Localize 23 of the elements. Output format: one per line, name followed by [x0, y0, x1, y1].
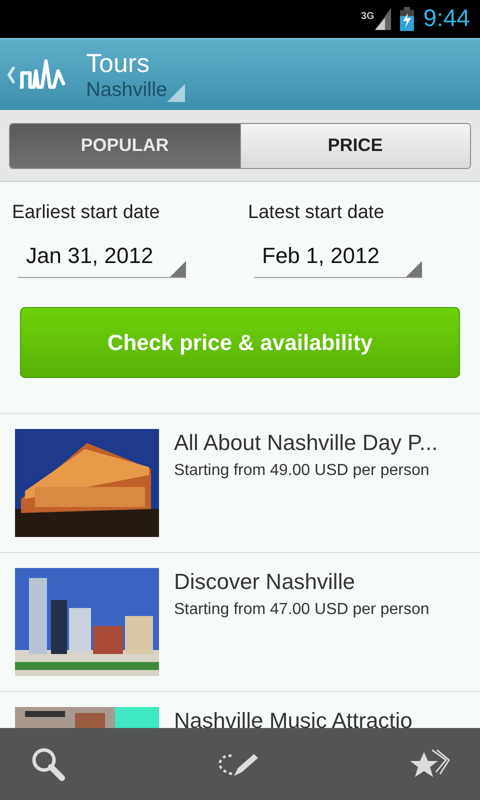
dropdown-corner-icon: [406, 261, 422, 277]
tour-title[interactable]: Nashville Music Attractio: [174, 707, 412, 728]
tour-price: Starting from 49.00 USD per person: [174, 461, 430, 481]
star-icon[interactable]: [410, 748, 450, 780]
field-label: Latest start date: [248, 202, 386, 224]
tour-title[interactable]: All About Nashville Day P...: [174, 429, 438, 457]
sort-tab[interactable]: PRICE: [240, 124, 470, 168]
date-picker[interactable]: Feb 1, 2012: [254, 234, 422, 278]
sort-tab[interactable]: POPULAR: [10, 124, 240, 168]
field-label: Earliest start date: [12, 202, 161, 224]
signal-icon: [375, 8, 392, 30]
back-chevron-icon: [6, 64, 16, 84]
date-picker[interactable]: Jan 31, 2012: [18, 234, 186, 278]
tour-price: Starting from 47.00 USD per person: [174, 600, 430, 620]
search-icon[interactable]: [30, 746, 66, 782]
battery-icon: [399, 7, 416, 31]
dropdown-corner-icon: [167, 84, 186, 102]
screen-title: Tours: [86, 48, 151, 78]
tour-title[interactable]: Discover Nashville: [174, 568, 430, 596]
network-label: 3G: [360, 12, 374, 22]
skyline-logo: [18, 58, 66, 90]
clock: 9:44: [423, 7, 470, 31]
dropdown-corner-icon: [170, 261, 186, 277]
